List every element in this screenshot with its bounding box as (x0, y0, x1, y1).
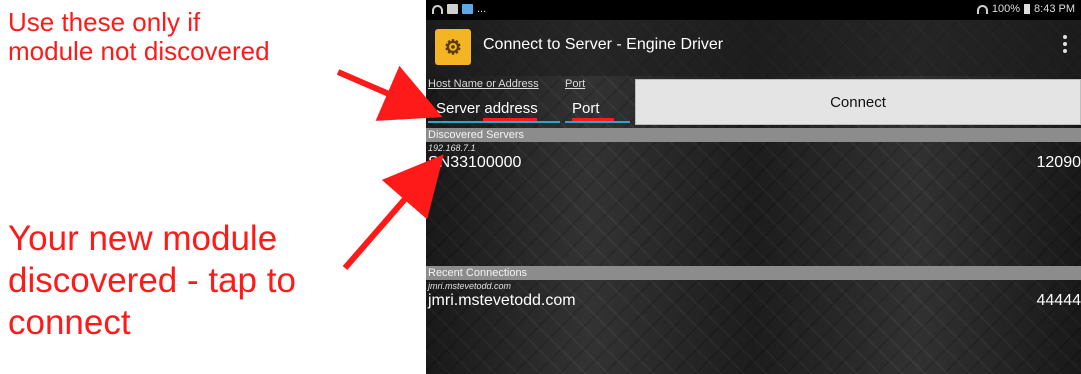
wifi-icon (432, 4, 443, 14)
connect-button[interactable]: Connect (635, 79, 1081, 125)
status-ellipsis: ... (477, 3, 487, 15)
battery-percent: 100% (991, 3, 1021, 15)
image-icon (447, 4, 458, 14)
annotation-line: module not discovered (8, 36, 270, 67)
server-address: 192.168.7.1 (428, 143, 476, 153)
battery-icon (1024, 4, 1031, 14)
page-title: Connect to Server - Engine Driver (483, 36, 724, 53)
recent-name: jmri.mstevetodd.com (428, 292, 576, 309)
app-bar: ⚙ Connect to Server - Engine Driver (426, 20, 1081, 76)
host-input-underline (428, 121, 560, 123)
server-port: 12090 (1036, 154, 1081, 171)
port-label: Port (565, 78, 586, 90)
recent-address: jmri.mstevetodd.com (428, 281, 512, 291)
status-bar: ... 100% 8:43 PM (426, 0, 1081, 20)
app-icon (462, 4, 473, 14)
annotation-line: Use these only if (8, 7, 201, 37)
recent-connections-header: Recent Connections (426, 266, 1081, 280)
engine-driver-logo-icon: ⚙ (435, 29, 471, 65)
port-input-underline (565, 121, 630, 123)
annotation-manual-entry: Use these only if module not discovered (8, 7, 270, 67)
annotation-line: connect (8, 303, 131, 342)
annotation-line: Your new module (8, 219, 278, 258)
arrow-to-discovered-icon (342, 154, 444, 270)
discovered-servers-header: Discovered Servers (426, 128, 1081, 142)
wifi-signal-icon (976, 4, 988, 14)
app-screen: ... 100% 8:43 PM ⚙ Connect to Server - E… (426, 0, 1081, 374)
host-label: Host Name or Address (428, 78, 539, 90)
clock: 8:43 PM (1034, 3, 1075, 15)
arrow-to-form-icon (336, 65, 443, 121)
server-name: SN33100000 (428, 154, 522, 171)
host-input[interactable]: Server address (436, 100, 538, 117)
port-input[interactable]: Port (572, 100, 600, 117)
overflow-menu-icon[interactable] (1063, 35, 1069, 53)
annotation-discovered-module: Your new module discovered - tap to conn… (8, 218, 296, 344)
recent-port: 44444 (1036, 292, 1081, 309)
annotation-line: discovered - tap to (8, 261, 296, 300)
